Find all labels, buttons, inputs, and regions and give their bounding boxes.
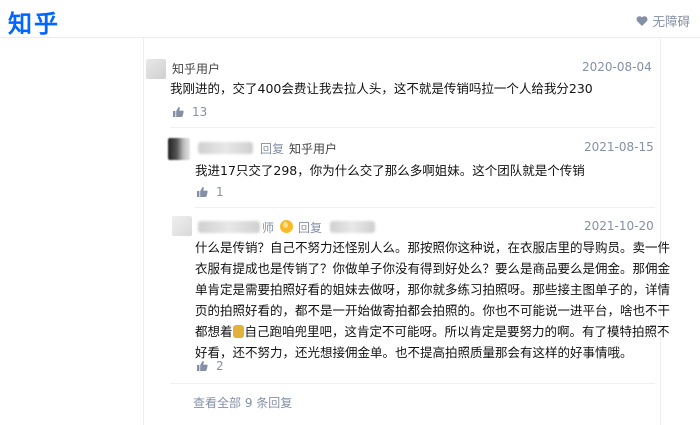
comment-text-fragment: 自己跑咱兜里吧，这肯定不可能呀。所以肯定是要努力的啊。有了模特拍照不 [244, 324, 670, 339]
avatar[interactable] [172, 216, 192, 236]
reply-to-user[interactable]: 知乎用户 [289, 140, 337, 157]
reply-label: 回复 [260, 142, 285, 156]
comment-date: 2021-10-20 [584, 219, 654, 233]
reply-label: 回复 [298, 221, 323, 235]
avatar[interactable] [168, 138, 190, 160]
thumbs-up-icon [197, 361, 208, 371]
comment-text-line: 页的拍照好看的，都不是一开始做寄拍都会拍照的。你也不可能说一进平台，啥也不干 [195, 303, 671, 318]
comment-text-line: 什么是传销？自己不努力还怪别人么。那按照你这种说，在衣服店里的导购员。卖一件 [195, 240, 671, 255]
badge-icon [280, 220, 293, 233]
money-bag-emoji-icon [232, 325, 244, 338]
divider [195, 207, 655, 208]
blurred-username [198, 142, 253, 154]
comment-text-line: 好看，还不努力，还光想接佣金单。也不提高拍照质量那会有这样的好事情哦。 [195, 345, 633, 360]
accessibility-label: 无障碍 [652, 14, 690, 29]
comment-date: 2021-08-15 [584, 140, 654, 154]
blurred-username [198, 221, 260, 233]
blurred-reply-to-user [330, 221, 375, 233]
heart-icon [637, 15, 648, 26]
like-button[interactable]: 1 [196, 185, 224, 199]
like-button[interactable]: 13 [172, 105, 207, 119]
accessibility-button[interactable]: 无障碍 [636, 11, 690, 30]
divider [170, 127, 655, 128]
comment-author[interactable]: 知乎用户 [172, 60, 220, 77]
comment-text-line: 单肯定是需要拍照好看的姐妹去做呀，那你就多练习拍照呀。那些接主图单子的，详情 [195, 282, 671, 297]
like-count: 2 [216, 359, 224, 373]
like-count: 1 [216, 185, 224, 199]
zhihu-logo[interactable]: 知乎 [8, 4, 60, 39]
view-all-replies-link[interactable]: 查看全部 9 条回复 [193, 394, 292, 411]
like-count: 13 [192, 105, 208, 119]
avatar[interactable] [146, 59, 166, 79]
comment-text-fragment: 都想着 [195, 324, 233, 339]
like-button[interactable]: 2 [196, 359, 224, 373]
author-name-suffix: 师 [262, 221, 275, 235]
thumbs-up-icon [197, 187, 208, 197]
comment-text: 我进17只交了298，你为什么交了那么多啊姐妹。这个团队就是个传销 [195, 163, 585, 178]
comment-text-line: 衣服有提成也是传销了？你做单子你没有得到好处么？要么是商品要么是佣金。那佣金 [195, 261, 671, 276]
top-bar: 知乎 无障碍 [0, 0, 700, 38]
thumbs-up-icon [173, 107, 184, 117]
comment-text: 我刚进的，交了400会费让我去拉人头，这不就是传销吗拉一个人给我分230 [170, 81, 593, 96]
comment-date: 2020-08-04 [582, 60, 652, 74]
divider [170, 383, 655, 384]
comment-text-line-part: 都想着 自己跑咱兜里吧，这肯定不可能呀。所以肯定是要努力的啊。有了模特拍照不 [195, 321, 670, 342]
